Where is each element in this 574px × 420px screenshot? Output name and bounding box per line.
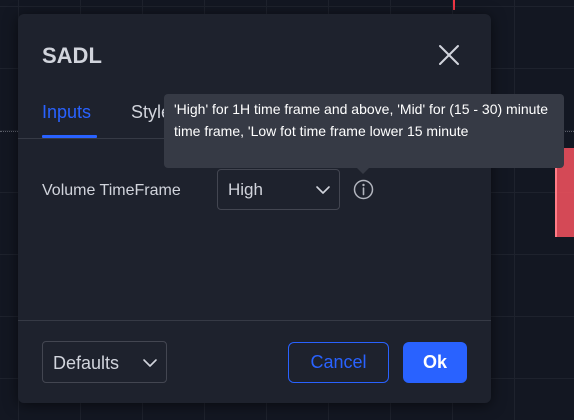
close-button[interactable]	[436, 42, 462, 68]
info-icon[interactable]	[353, 179, 374, 200]
cancel-button[interactable]: Cancel	[288, 342, 389, 383]
indicator-settings-dialog: SADL Inputs Style Volume TimeFrame High …	[18, 14, 491, 403]
volume-timeframe-value: High	[228, 180, 263, 199]
chevron-down-icon	[143, 359, 157, 367]
tooltip-arrow	[357, 168, 369, 174]
footer-divider	[18, 320, 491, 321]
ok-button[interactable]: Ok	[403, 342, 467, 383]
dialog-title: SADL	[42, 43, 102, 68]
tab-inputs[interactable]: Inputs	[42, 100, 91, 124]
chart-red-marker	[453, 0, 455, 10]
price-line-left	[0, 131, 18, 132]
volume-timeframe-tooltip: 'High' for 1H time frame and above, 'Mid…	[164, 94, 564, 168]
volume-timeframe-select[interactable]: High	[217, 169, 340, 210]
close-icon	[439, 45, 459, 65]
volume-timeframe-label: Volume TimeFrame	[42, 182, 181, 199]
chevron-down-icon	[316, 186, 330, 194]
defaults-label: Defaults	[53, 353, 120, 373]
defaults-button[interactable]: Defaults	[42, 341, 167, 383]
